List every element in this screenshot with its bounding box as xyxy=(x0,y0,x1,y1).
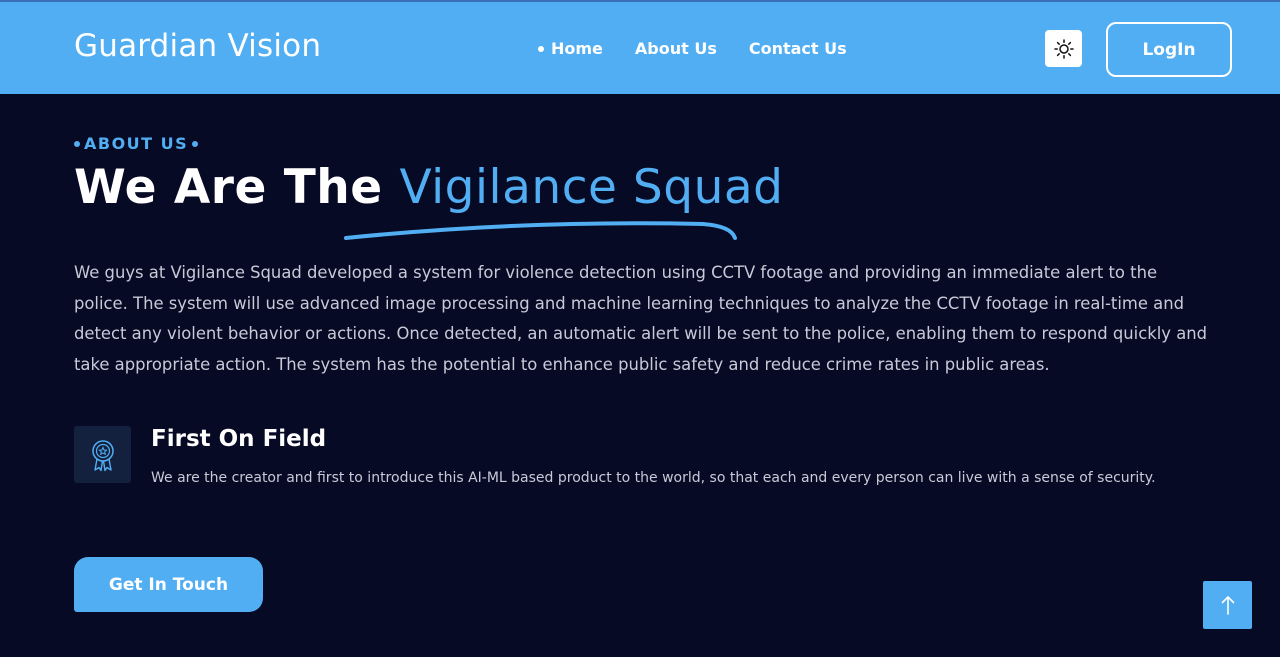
theme-toggle-button[interactable] xyxy=(1045,30,1082,67)
section-eyebrow: ABOUT US xyxy=(74,134,202,153)
site-header: Guardian Vision Home About Us Contact Us xyxy=(0,0,1280,94)
feature-description: We are the creator and first to introduc… xyxy=(151,470,1156,486)
login-button[interactable]: LogIn xyxy=(1106,22,1232,77)
award-badge-icon xyxy=(91,439,114,471)
nav-item-about[interactable]: About Us xyxy=(635,39,717,58)
get-in-touch-button[interactable]: Get In Touch xyxy=(74,557,263,612)
eyebrow-label: ABOUT US xyxy=(84,134,189,153)
headline-prefix: We Are The xyxy=(74,160,383,215)
nav-item-contact[interactable]: Contact Us xyxy=(749,39,847,58)
nav-item-home[interactable]: Home xyxy=(538,39,603,58)
sun-icon xyxy=(1053,38,1074,59)
underline-swoosh-icon xyxy=(344,221,737,240)
scroll-to-top-button[interactable] xyxy=(1203,581,1252,629)
feature-title: First On Field xyxy=(151,426,327,452)
nav-item-label: About Us xyxy=(634,39,717,58)
active-dot-icon xyxy=(538,45,544,52)
bullet-icon xyxy=(192,140,199,147)
nav-item-label: Home xyxy=(551,39,603,58)
feature-icon-box xyxy=(74,426,131,483)
brand-logo[interactable]: Guardian Vision xyxy=(74,28,321,64)
arrow-up-icon xyxy=(1221,596,1234,615)
bullet-icon xyxy=(74,140,80,147)
about-description: We guys at Vigilance Squad developed a s… xyxy=(74,263,1208,374)
main-nav: Home About Us Contact Us xyxy=(538,39,847,58)
headline-accent: Vigilance Squad xyxy=(399,160,784,215)
nav-item-label: Contact Us xyxy=(748,39,847,58)
page-title: We Are The Vigilance Squad xyxy=(74,160,784,215)
